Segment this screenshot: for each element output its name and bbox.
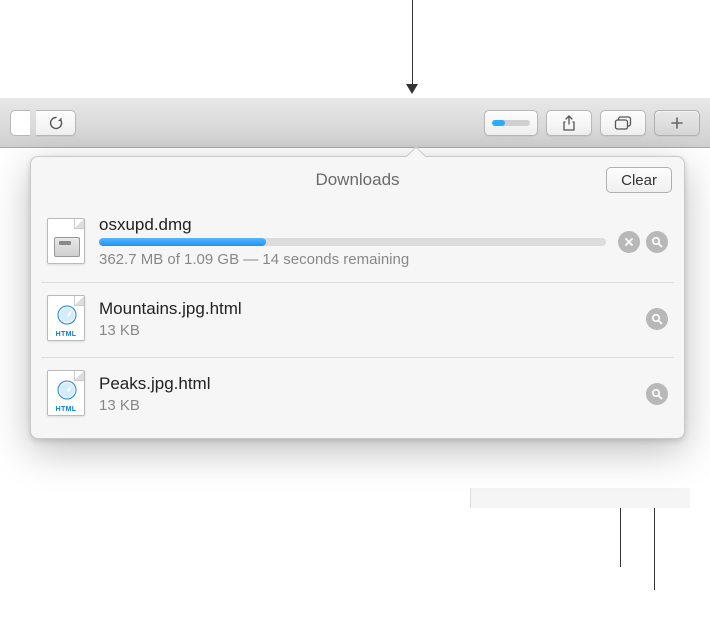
- download-size-text: 13 KB: [99, 397, 634, 414]
- download-progress-fill: [99, 238, 266, 246]
- reload-button[interactable]: [36, 110, 76, 136]
- download-filename: Mountains.jpg.html: [99, 299, 634, 319]
- file-type-label: HTML: [48, 406, 84, 413]
- file-icon-html: HTML: [47, 295, 87, 343]
- downloads-popover: Downloads Clear osxupd.dmg 362.7 MB of 1…: [30, 156, 685, 439]
- popover-arrow: [405, 147, 425, 157]
- download-info: Peaks.jpg.html 13 KB: [99, 374, 634, 414]
- close-icon: [624, 237, 634, 247]
- download-actions: [646, 308, 668, 330]
- callout-arrow-downloads: [406, 84, 418, 94]
- downloads-button[interactable]: [484, 110, 538, 136]
- magnifier-icon: [651, 313, 663, 325]
- download-status-text: 362.7 MB of 1.09 GB — 14 seconds remaini…: [99, 251, 606, 268]
- download-filename: Peaks.jpg.html: [99, 374, 634, 394]
- share-icon: [562, 115, 576, 131]
- reveal-in-finder-button[interactable]: [646, 383, 668, 405]
- download-item: HTML Peaks.jpg.html 13 KB: [41, 358, 674, 432]
- download-list: osxupd.dmg 362.7 MB of 1.09 GB — 14 seco…: [31, 203, 684, 438]
- reveal-in-finder-button[interactable]: [646, 231, 668, 253]
- file-icon-dmg: [47, 218, 87, 266]
- magnifier-icon: [651, 388, 663, 400]
- address-bar-fragment[interactable]: [10, 110, 30, 136]
- downloads-toolbar-progress-fill: [492, 120, 505, 126]
- callout-line-downloads: [412, 0, 413, 92]
- share-button[interactable]: [546, 110, 592, 136]
- browser-toolbar: [0, 98, 710, 148]
- popover-header: Downloads Clear: [31, 157, 684, 203]
- download-item: HTML Mountains.jpg.html 13 KB: [41, 283, 674, 358]
- download-actions: [618, 231, 668, 253]
- plus-icon: [670, 116, 684, 130]
- download-actions: [646, 383, 668, 405]
- cancel-download-button[interactable]: [618, 231, 640, 253]
- download-size-text: 13 KB: [99, 322, 634, 339]
- safari-compass-icon: [56, 379, 78, 401]
- tabs-icon: [614, 116, 632, 130]
- file-icon-html: HTML: [47, 370, 87, 418]
- popover-title: Downloads: [315, 170, 399, 190]
- show-tabs-button[interactable]: [600, 110, 646, 136]
- safari-compass-icon: [56, 304, 78, 326]
- download-item: osxupd.dmg 362.7 MB of 1.09 GB — 14 seco…: [41, 203, 674, 283]
- magnifier-icon: [651, 236, 663, 248]
- file-type-label: HTML: [48, 331, 84, 338]
- download-info: osxupd.dmg 362.7 MB of 1.09 GB — 14 seco…: [99, 215, 606, 268]
- reload-icon: [49, 116, 63, 130]
- download-filename: osxupd.dmg: [99, 215, 606, 235]
- download-info: Mountains.jpg.html 13 KB: [99, 299, 634, 339]
- downloads-toolbar-progress: [492, 120, 530, 126]
- reveal-in-finder-button[interactable]: [646, 308, 668, 330]
- new-tab-button[interactable]: [654, 110, 700, 136]
- download-progress-bar: [99, 238, 606, 246]
- clear-button[interactable]: Clear: [606, 167, 672, 193]
